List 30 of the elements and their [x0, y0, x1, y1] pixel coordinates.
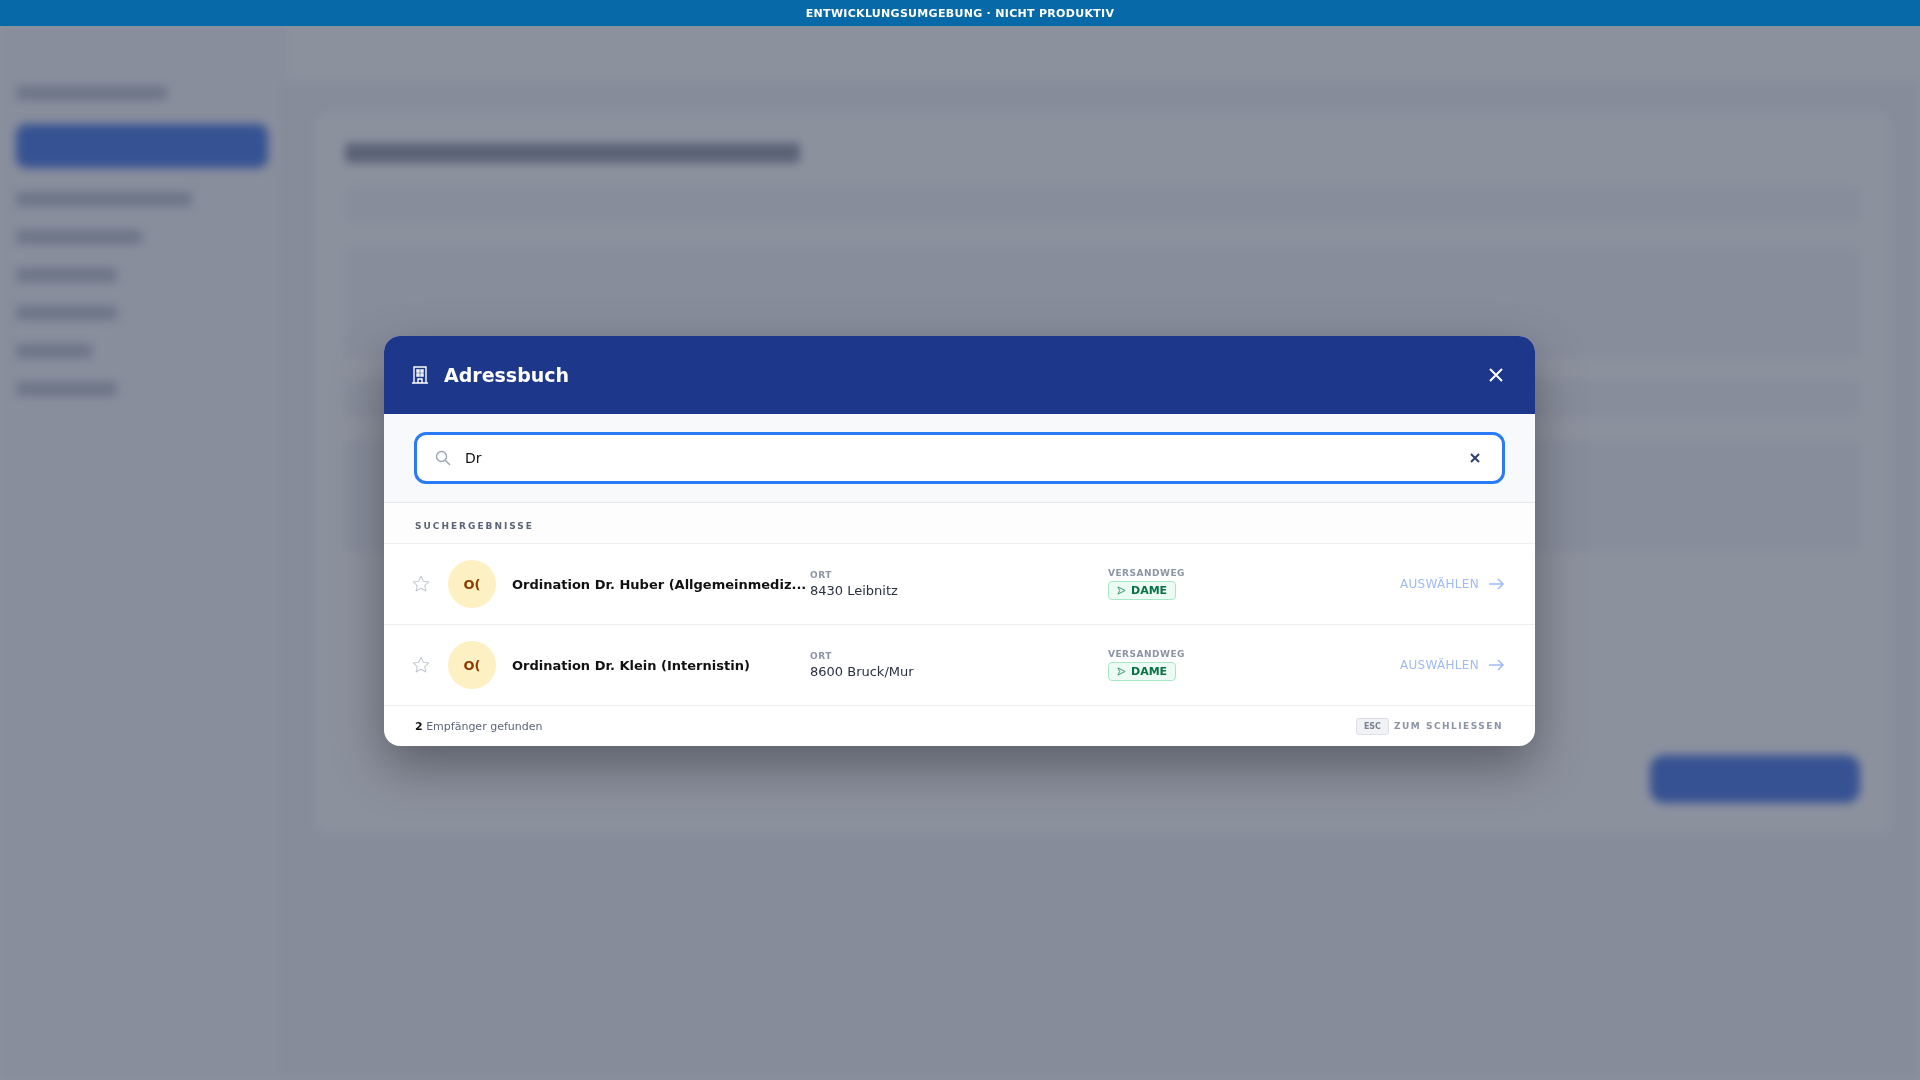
- search-input[interactable]: Dr: [463, 449, 1454, 467]
- shipping-method: DAME: [1131, 584, 1168, 597]
- arrow-right-icon: [1489, 578, 1505, 590]
- keyboard-key: ESC: [1355, 717, 1389, 735]
- shipping-method: DAME: [1131, 665, 1168, 678]
- initials-avatar: O(: [448, 560, 496, 608]
- arrow-right-icon: [1489, 659, 1505, 671]
- recipient-name: Ordination Dr. Huber (Allgemeinmediz...: [512, 576, 808, 592]
- search-field[interactable]: Dr: [414, 432, 1505, 484]
- result-count: 2 Empfänger gefunden: [415, 719, 543, 733]
- send-icon: [1117, 667, 1126, 676]
- search-icon: [435, 450, 451, 466]
- dialog-title: Adressbuch: [444, 364, 571, 386]
- environment-banner: ENTWICKLUNGSUMGEBUNG · NICHT PRODUKTIV: [0, 0, 1920, 26]
- place-value: 8600 Bruck/Mur: [810, 664, 915, 679]
- place-label: ORT: [810, 651, 833, 661]
- shipping-label: VERSANDWEG: [1108, 649, 1186, 659]
- shipping-label: VERSANDWEG: [1108, 568, 1186, 578]
- star-icon[interactable]: [412, 575, 430, 593]
- send-icon: [1117, 586, 1126, 595]
- star-icon[interactable]: [412, 656, 430, 674]
- section-label: SUCHERGEBNISSE: [384, 503, 1535, 544]
- place-value: 8430 Leibnitz: [810, 583, 899, 598]
- initials-avatar: O(: [448, 641, 496, 689]
- building-icon: [412, 366, 428, 384]
- clear-icon: [1470, 453, 1480, 463]
- close-hint: ZUM SCHLIESSEN: [1394, 721, 1503, 731]
- place-label: ORT: [810, 570, 833, 580]
- recipient-name: Ordination Dr. Klein (Internistin): [512, 657, 751, 673]
- result-row[interactable]: O( Ordination Dr. Klein (Internistin) ORT 8600 Bruck/Mur VERSANDWEG DAME AUSWÄHLEN: [384, 625, 1535, 706]
